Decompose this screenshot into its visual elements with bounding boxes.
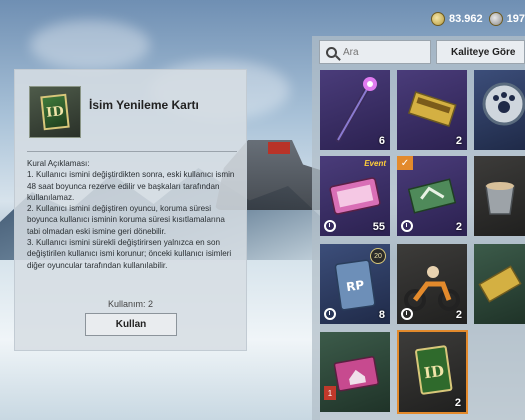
inventory-slot[interactable]: 1	[320, 332, 390, 412]
item-quantity: 2	[455, 135, 462, 147]
inventory-slot[interactable]: 6	[320, 70, 390, 150]
inventory-slot-selected[interactable]: ID 2	[397, 330, 468, 414]
search-icon	[326, 46, 337, 58]
timer-icon	[401, 220, 413, 232]
search-input[interactable]	[343, 46, 423, 58]
svg-text:ID: ID	[423, 362, 445, 383]
divider	[27, 151, 237, 152]
background-vehicle-detail	[268, 142, 290, 154]
bucket-icon	[485, 182, 515, 215]
inventory-slot[interactable]	[474, 70, 525, 150]
inventory-slot[interactable]: 20 RP 8	[320, 244, 390, 324]
item-quantity: 6	[378, 135, 385, 147]
inventory-slot[interactable]: 2	[397, 244, 467, 324]
coin-amount: 83.962	[448, 13, 483, 25]
rules-heading: Kural Açıklaması:	[27, 159, 90, 168]
rule-item: 1. Kullanıcı ismini değiştirdikten sonra…	[27, 170, 235, 202]
item-quantity: 2	[455, 309, 462, 321]
search-box[interactable]	[319, 40, 431, 64]
svg-text:RP: RP	[345, 278, 365, 294]
currency-bar: 83.962 197	[430, 8, 525, 30]
count-badge: 1	[324, 386, 336, 400]
currency-coins: 83.962	[430, 12, 483, 26]
item-title: İsim Yenileme Kartı	[89, 98, 199, 112]
use-button[interactable]: Kullan	[85, 313, 177, 336]
inventory-panel: Kaliteye Göre 6 2 Event	[312, 36, 525, 420]
inventory-slot[interactable]: Event 55	[320, 156, 390, 236]
currency-uc: 197	[488, 12, 525, 26]
timer-icon	[324, 220, 336, 232]
inventory-slot[interactable]	[474, 244, 525, 324]
item-detail-panel: ID İsim Yenileme Kartı Kural Açıklaması:…	[14, 69, 247, 351]
sort-dropdown[interactable]: Kaliteye Göre	[436, 40, 525, 64]
item-quantity: 2	[455, 221, 462, 233]
cloud	[30, 20, 150, 70]
timer-icon	[324, 308, 336, 320]
item-quantity: 8	[378, 309, 385, 321]
item-quantity: 2	[454, 397, 461, 409]
usage-count: Kullanım: 2	[107, 299, 154, 309]
house-card-icon	[333, 356, 379, 392]
paw-emblem-icon	[482, 82, 525, 126]
inventory-slot[interactable]: 2	[397, 70, 467, 150]
timer-icon	[401, 308, 413, 320]
uc-icon	[488, 12, 503, 26]
uc-amount: 197	[506, 13, 525, 25]
inventory-slot[interactable]: ✓ 2	[397, 156, 467, 236]
id-card-icon: ID	[40, 93, 70, 131]
rule-item: 2. Kullanıcı ismini değiştiren oyuncu, k…	[27, 204, 225, 236]
gold-ticket-icon	[478, 265, 522, 303]
rule-item: 3. Kullanıcı ismini sürekli değiştirirse…	[27, 238, 232, 270]
rules-text: Kural Açıklaması: 1. Kullanıcı ismini de…	[27, 158, 239, 271]
item-thumbnail: ID	[29, 86, 81, 138]
item-quantity: 55	[372, 221, 385, 233]
inventory-slot[interactable]	[474, 156, 525, 236]
coin-icon	[430, 12, 445, 26]
